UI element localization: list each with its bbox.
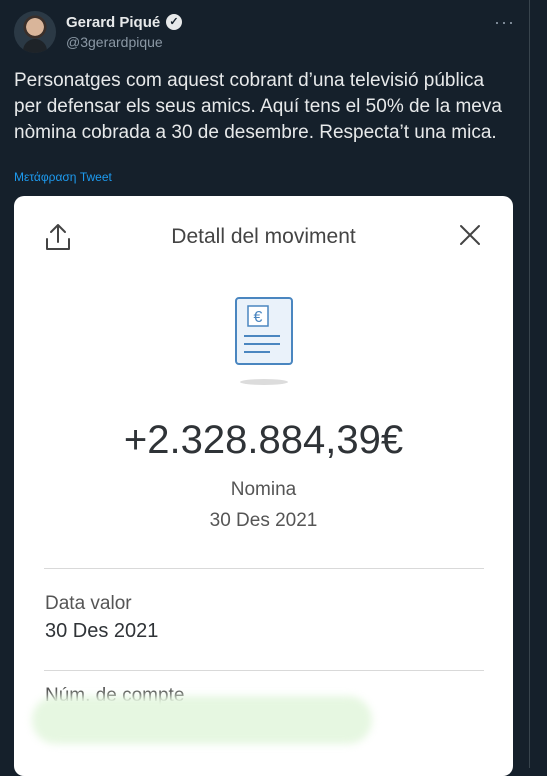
redacted-account-number (32, 696, 372, 744)
translate-tweet-link[interactable]: Μετάφραση Tweet (14, 170, 112, 184)
close-icon (460, 225, 480, 245)
tweet-image-transaction-detail[interactable]: Detall del moviment € +2.328.884,39€ Nom… (14, 196, 513, 776)
divider (44, 568, 484, 569)
euro-symbol: € (254, 309, 263, 326)
tweet: Gerard Piqué ✓ @3gerardpique ··· Persona… (0, 0, 529, 776)
avatar[interactable] (14, 11, 56, 53)
euro-receipt-icon: € (235, 297, 293, 385)
value-date: 30 Des 2021 (45, 620, 159, 642)
verified-icon: ✓ (166, 14, 182, 30)
transaction-date: 30 Des 2021 (209, 510, 318, 531)
tweet-text: Personatges com aquest cobrant d’una tel… (14, 70, 502, 143)
author-name[interactable]: Gerard Piqué (66, 14, 160, 31)
more-options-icon[interactable]: ··· (494, 12, 515, 33)
author-handle[interactable]: @3gerardpique (66, 34, 163, 50)
divider (44, 670, 484, 671)
transaction-concept: Nomina (230, 479, 297, 500)
value-date-label: Data valor (45, 593, 132, 614)
transaction-amount: +2.328.884,39€ (123, 418, 404, 462)
card-title: Detall del moviment (171, 225, 356, 248)
column-border (529, 0, 530, 768)
